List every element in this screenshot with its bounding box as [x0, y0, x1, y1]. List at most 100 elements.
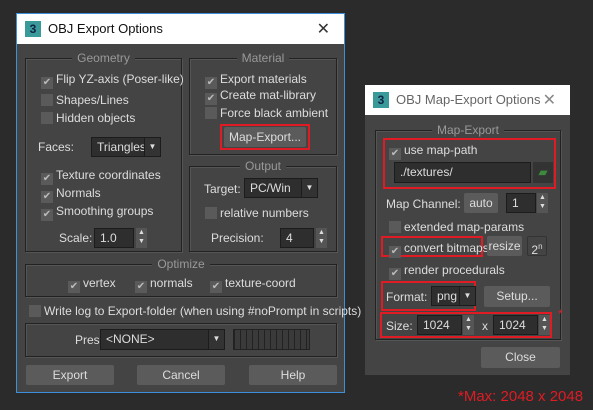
faces-value: Triangles: [97, 140, 146, 154]
close-icon[interactable]: ✕: [543, 90, 556, 110]
geometry-group: Geometry ✔ Flip YZ-axis (Poser-like) Shap…: [25, 51, 184, 252]
preset-slots-icon[interactable]: [233, 329, 310, 350]
opt-vertex-checkbox[interactable]: ✔ vertex: [68, 276, 116, 293]
precision-input[interactable]: 4: [280, 228, 314, 248]
faces-dropdown[interactable]: Triangles ▼: [91, 137, 161, 157]
app-icon: 3: [373, 92, 389, 108]
chevron-down-icon: ▼: [301, 179, 317, 197]
pow2-sup: n: [538, 242, 543, 251]
folder-icon[interactable]: ▰: [533, 162, 553, 183]
normals-checkbox[interactable]: ✔ Normals: [41, 186, 101, 203]
export-materials-checkbox[interactable]: ✔ Export materials: [205, 72, 307, 89]
precision-spinner[interactable]: ▲ ▼: [316, 228, 327, 248]
smoothing-checkbox[interactable]: ✔ Smoothing groups: [41, 204, 153, 221]
label: Flip YZ-axis (Poser-like): [56, 72, 184, 86]
use-map-path-checkbox[interactable]: ✔ use map-path: [389, 143, 477, 160]
close-button[interactable]: Close: [481, 347, 560, 368]
output-group: Output Target: PC/Win ▼ relative numbers …: [189, 159, 337, 252]
asterisk-mark: *: [558, 307, 563, 321]
target-value: PC/Win: [250, 181, 291, 195]
close-icon[interactable]: ✕: [317, 19, 330, 39]
height-input[interactable]: 1024: [493, 315, 538, 335]
relative-numbers-checkbox[interactable]: relative numbers: [205, 206, 309, 220]
map-export-group: Map-Export ✔ use map-path ./textures/ ▰ M…: [375, 123, 561, 340]
label: Write log to Export-folder (when using #…: [44, 304, 362, 318]
map-channel-input[interactable]: 1: [506, 193, 536, 213]
label: render procedurals: [404, 263, 505, 277]
convert-bitmaps-checkbox[interactable]: ✔ convert bitmaps: [389, 241, 489, 258]
width-spinner[interactable]: ▲ ▼: [463, 315, 474, 335]
extended-params-checkbox[interactable]: extended map-params: [389, 220, 524, 234]
label: extended map-params: [404, 220, 525, 234]
hidden-checkbox[interactable]: Hidden objects: [41, 111, 135, 125]
label: Create mat-library: [220, 88, 317, 102]
size-label: Size:: [386, 319, 413, 333]
label: Smoothing groups: [56, 204, 154, 218]
map-path-input[interactable]: ./textures/: [394, 162, 531, 183]
flip-yz-checkbox[interactable]: ✔ Flip YZ-axis (Poser-like): [41, 72, 184, 89]
chevron-down-icon: ▼: [144, 138, 160, 156]
target-label: Target:: [204, 182, 241, 196]
format-label: Format:: [386, 290, 428, 304]
label: Shapes/Lines: [56, 93, 129, 107]
map-channel-label: Map Channel:: [386, 197, 461, 211]
output-label: Output: [239, 159, 287, 173]
format-dropdown[interactable]: png ▼: [431, 286, 476, 306]
label: vertex: [83, 276, 116, 290]
label: Normals: [56, 186, 101, 200]
write-log-checkbox[interactable]: Write log to Export-folder (when using #…: [29, 304, 361, 318]
preset-value: <NONE>: [106, 332, 155, 346]
check-icon: ✔: [41, 77, 53, 89]
preset-group: Preset: <NONE> ▼: [25, 323, 337, 357]
label: Hidden objects: [56, 111, 136, 125]
auto-button[interactable]: auto: [464, 193, 498, 213]
label: texture-coord: [225, 276, 296, 290]
label: Export materials: [220, 72, 307, 86]
times-label: x: [482, 319, 488, 333]
title-bar: 3 OBJ Export Options ✕: [17, 14, 344, 44]
optimize-label: Optimize: [152, 257, 210, 271]
label: Texture coordinates: [56, 168, 161, 182]
title-bar: 3 OBJ Map-Export Options ✕: [365, 85, 570, 115]
setup-button[interactable]: Setup...: [484, 286, 550, 307]
optimize-group: Optimize ✔ vertex ✔ normals ✔ texture-coord: [25, 257, 337, 297]
geometry-label: Geometry: [72, 51, 135, 65]
shapes-checkbox[interactable]: Shapes/Lines: [41, 93, 129, 107]
cancel-button[interactable]: Cancel: [137, 365, 225, 385]
precision-label: Precision:: [211, 231, 264, 245]
preset-dropdown[interactable]: <NONE> ▼: [100, 329, 225, 350]
scale-spinner[interactable]: ▲ ▼: [136, 228, 147, 248]
format-value: png: [437, 289, 458, 303]
pow2-button[interactable]: 2n: [527, 236, 547, 257]
material-label: Material: [236, 51, 290, 65]
scale-input[interactable]: 1.0: [94, 228, 134, 248]
label: use map-path: [404, 143, 478, 157]
width-input[interactable]: 1024: [417, 315, 462, 335]
dialog-title: OBJ Map-Export Options: [396, 92, 541, 107]
faces-label: Faces:: [38, 140, 75, 154]
scale-label: Scale:: [59, 231, 93, 245]
opt-texcoord-checkbox[interactable]: ✔ texture-coord: [210, 276, 296, 293]
label: normals: [150, 276, 193, 290]
label: relative numbers: [220, 206, 309, 220]
opt-normals-checkbox[interactable]: ✔ normals: [135, 276, 193, 293]
chevron-down-icon: ▼: [459, 287, 475, 305]
chevron-down-icon: ▼: [208, 330, 224, 349]
app-icon: 3: [25, 21, 41, 37]
obj-export-dialog: 3 OBJ Export Options ✕ Geometry ✔ Flip YZ-a…: [16, 13, 361, 393]
export-button[interactable]: Export: [26, 365, 114, 385]
label: convert bitmaps: [404, 241, 489, 255]
group-label: Map-Export: [431, 123, 505, 137]
resize-button[interactable]: resize: [487, 236, 522, 256]
map-export-button[interactable]: Map-Export...: [224, 127, 306, 147]
texcoord-checkbox[interactable]: ✔ Texture coordinates: [41, 168, 161, 185]
black-ambient-checkbox[interactable]: Force black ambient: [205, 106, 328, 120]
material-group: Material ✔ Export materials ✔ Create mat-l…: [189, 51, 337, 155]
target-dropdown[interactable]: PC/Win ▼: [244, 178, 318, 198]
channel-spinner[interactable]: ▲ ▼: [537, 193, 548, 213]
render-procedurals-checkbox[interactable]: ✔ render procedurals: [389, 263, 505, 280]
help-button[interactable]: Help: [249, 365, 337, 385]
mat-library-checkbox[interactable]: ✔ Create mat-library: [205, 88, 316, 105]
dialog-title: OBJ Export Options: [48, 21, 163, 36]
height-spinner[interactable]: ▲ ▼: [539, 315, 550, 335]
